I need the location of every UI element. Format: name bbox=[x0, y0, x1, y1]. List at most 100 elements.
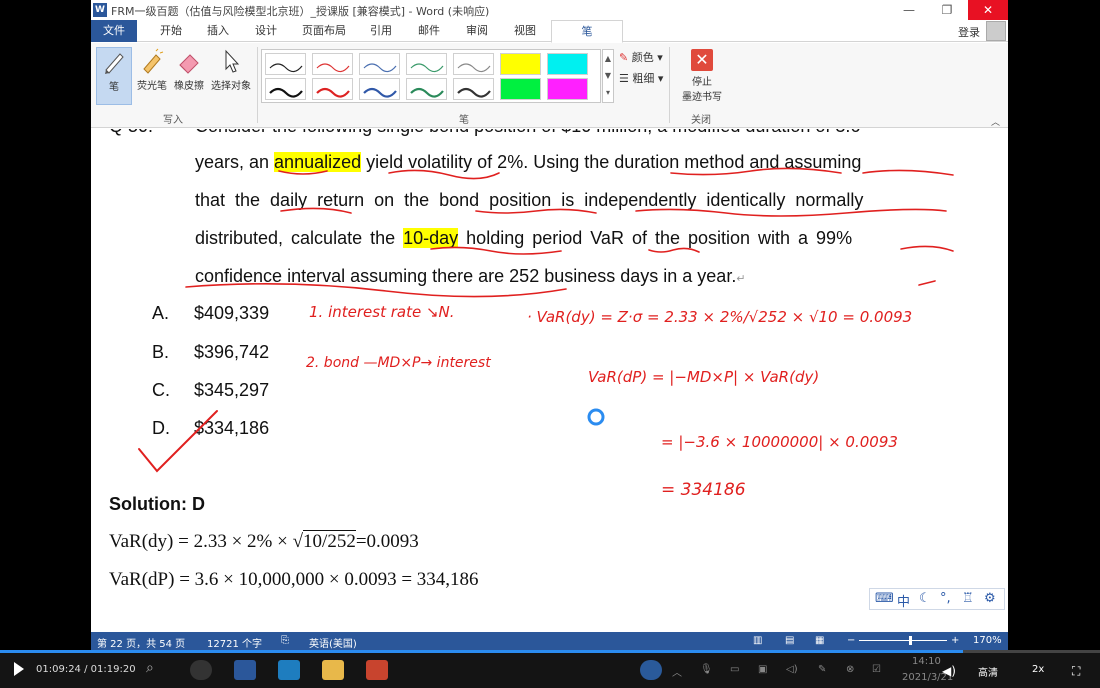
tab-mailings[interactable]: 邮件 bbox=[409, 20, 449, 42]
print-layout-icon[interactable]: ▤ bbox=[785, 635, 794, 646]
read-mode-icon[interactable]: ▥ bbox=[753, 635, 762, 646]
option-a-letter: A. bbox=[152, 303, 170, 323]
option-a: A. $409,339 bbox=[152, 303, 302, 327]
ime-punct-icon[interactable]: °, bbox=[940, 591, 951, 606]
pen-red-thin[interactable] bbox=[312, 53, 353, 75]
pen-green-thick[interactable] bbox=[406, 78, 447, 100]
color-dropdown[interactable]: ✎ 颜色 ▾ bbox=[619, 49, 663, 65]
pen-button[interactable]: 笔 bbox=[96, 47, 132, 105]
word-app-icon: W bbox=[93, 3, 107, 17]
gallery-scroll[interactable]: ▲ ▼ ▾ bbox=[602, 49, 614, 103]
pen-green-thin[interactable] bbox=[406, 53, 447, 75]
tray-chevron-icon[interactable]: ︿ bbox=[672, 664, 682, 679]
thickness-icon: ☰ bbox=[619, 72, 629, 85]
zoom-out-button[interactable]: − bbox=[847, 635, 855, 646]
ink-note-5: = |−3.6 × 10000000| × 0.0093 bbox=[661, 433, 898, 451]
tab-pen[interactable]: 笔 bbox=[551, 20, 623, 43]
pen-red-thick[interactable] bbox=[312, 78, 353, 100]
tab-layout[interactable]: 页面布局 bbox=[296, 20, 352, 42]
pen-dark-thick[interactable] bbox=[453, 78, 494, 100]
pen-gray-thin[interactable] bbox=[453, 53, 494, 75]
quality-button[interactable]: 高清 bbox=[978, 664, 998, 679]
thickness-dropdown[interactable]: ☰ 粗细 ▾ bbox=[619, 70, 663, 86]
eq1-part-b: =0.0093 bbox=[355, 531, 419, 552]
zoom-level[interactable]: 170% bbox=[973, 635, 1002, 646]
group-separator bbox=[257, 47, 258, 123]
highlighter-button[interactable]: 荧光笔 bbox=[134, 47, 170, 92]
zoom-slider-thumb[interactable] bbox=[909, 636, 912, 645]
eraser-icon bbox=[179, 54, 199, 74]
document-page: Q 50. Consider the following single bond… bbox=[91, 129, 1008, 632]
web-layout-icon[interactable]: ▦ bbox=[815, 635, 824, 646]
highlighter-yellow[interactable] bbox=[500, 53, 541, 75]
network-icon[interactable]: ▣ bbox=[758, 664, 767, 675]
ink-mark bbox=[918, 280, 936, 286]
volume-tray-icon[interactable]: ◁) bbox=[786, 664, 798, 675]
highlighter-cyan[interactable] bbox=[547, 53, 588, 75]
pen-black-thin[interactable] bbox=[265, 53, 306, 75]
word-taskbar-icon[interactable] bbox=[234, 660, 256, 680]
tab-insert[interactable]: 插入 bbox=[198, 20, 238, 42]
ink-note-6: = 334186 bbox=[661, 480, 746, 500]
speed-button[interactable]: 2x bbox=[1032, 664, 1044, 675]
ink-note-4: VaR(dP) = |−MD×P| × VaR(dy) bbox=[588, 368, 819, 386]
search-icon[interactable]: ⌕ bbox=[146, 660, 168, 680]
eraser-button[interactable]: 橡皮擦 bbox=[171, 47, 207, 92]
avatar[interactable] bbox=[986, 21, 1006, 41]
highlight-10-day: 10-day bbox=[403, 228, 459, 248]
close-tray-icon[interactable]: ⊗ bbox=[846, 664, 854, 675]
fullscreen-icon[interactable]: ⛶ bbox=[1072, 664, 1080, 679]
volume-icon[interactable]: ◀) bbox=[942, 664, 956, 678]
folder-icon[interactable] bbox=[322, 660, 344, 680]
pen-blue-thin[interactable] bbox=[359, 53, 400, 75]
stop-inking-button[interactable]: ✕ 停止 墨迹书写 bbox=[673, 49, 731, 103]
tab-review[interactable]: 审阅 bbox=[457, 20, 497, 42]
progress-track[interactable] bbox=[0, 650, 1100, 653]
highlighter-green[interactable] bbox=[500, 78, 541, 100]
group-pen-label: 笔 bbox=[459, 115, 469, 126]
tab-home[interactable]: 开始 bbox=[151, 20, 191, 42]
ime-shirt-icon[interactable]: ♖ bbox=[962, 591, 974, 606]
ime-settings-icon[interactable]: ⚙ bbox=[984, 591, 996, 606]
powerpoint-icon[interactable] bbox=[366, 660, 388, 680]
status-language[interactable]: 英语(美国) bbox=[309, 635, 357, 650]
tab-file[interactable]: 文件 bbox=[91, 20, 137, 42]
highlighter-icon bbox=[143, 48, 164, 74]
tab-view[interactable]: 视图 bbox=[505, 20, 545, 42]
pen-black-thick[interactable] bbox=[265, 78, 306, 100]
check-tray-icon[interactable]: ☑ bbox=[872, 664, 881, 675]
mic-icon[interactable]: 🎙 bbox=[700, 664, 713, 675]
tab-design[interactable]: 设计 bbox=[246, 20, 286, 42]
pen-tray-icon[interactable]: ✎ bbox=[818, 664, 826, 675]
close-button[interactable]: ✕ bbox=[968, 0, 1008, 20]
progress-fill bbox=[0, 650, 963, 653]
highlighter-magenta[interactable] bbox=[547, 78, 588, 100]
option-c-value: $345,297 bbox=[194, 380, 270, 400]
thickness-label: 粗细 bbox=[632, 72, 655, 85]
tab-references[interactable]: 引用 bbox=[361, 20, 401, 42]
doc-line-1-a: years, an bbox=[195, 152, 275, 172]
obs-icon[interactable] bbox=[190, 660, 212, 680]
restore-button[interactable]: ❐ bbox=[929, 0, 965, 20]
minimize-button[interactable]: — bbox=[891, 0, 927, 20]
eraser-label: 橡皮擦 bbox=[174, 81, 204, 92]
zoom-slider[interactable] bbox=[859, 640, 947, 641]
zoom-in-button[interactable]: + bbox=[951, 635, 959, 646]
ime-language[interactable]: 中 bbox=[897, 591, 910, 610]
ime-moon-icon[interactable]: ☾ bbox=[919, 591, 931, 606]
help-icon[interactable] bbox=[640, 660, 662, 680]
status-words[interactable]: 12721 个字 bbox=[207, 635, 262, 650]
collapse-ribbon-icon[interactable]: ︿ bbox=[991, 115, 1000, 128]
proofing-icon[interactable]: ⎘ bbox=[281, 635, 289, 646]
ribbon-pen: 笔 荧光笔 橡皮擦 选择对象 写入 ▲ ▼ ▾ ✎ 颜色 ▾ ☰ 粗细 ▾ 笔 … bbox=[91, 43, 1008, 128]
login-link[interactable]: 登录 bbox=[958, 24, 980, 40]
ime-keyboard-icon[interactable]: ⌨ bbox=[875, 591, 894, 606]
battery-icon[interactable]: ▭ bbox=[730, 664, 739, 675]
play-icon[interactable] bbox=[14, 662, 24, 676]
select-objects-button[interactable]: 选择对象 bbox=[208, 47, 254, 92]
doc-line-3-b: holding period VaR of the position with … bbox=[458, 228, 853, 248]
pen-blue-thick[interactable] bbox=[359, 78, 400, 100]
playback-time: 01:09:24 / 01:19:20 bbox=[36, 664, 136, 675]
app-taskbar-icon[interactable] bbox=[278, 660, 300, 680]
status-page[interactable]: 第 22 页，共 54 页 bbox=[97, 635, 185, 650]
